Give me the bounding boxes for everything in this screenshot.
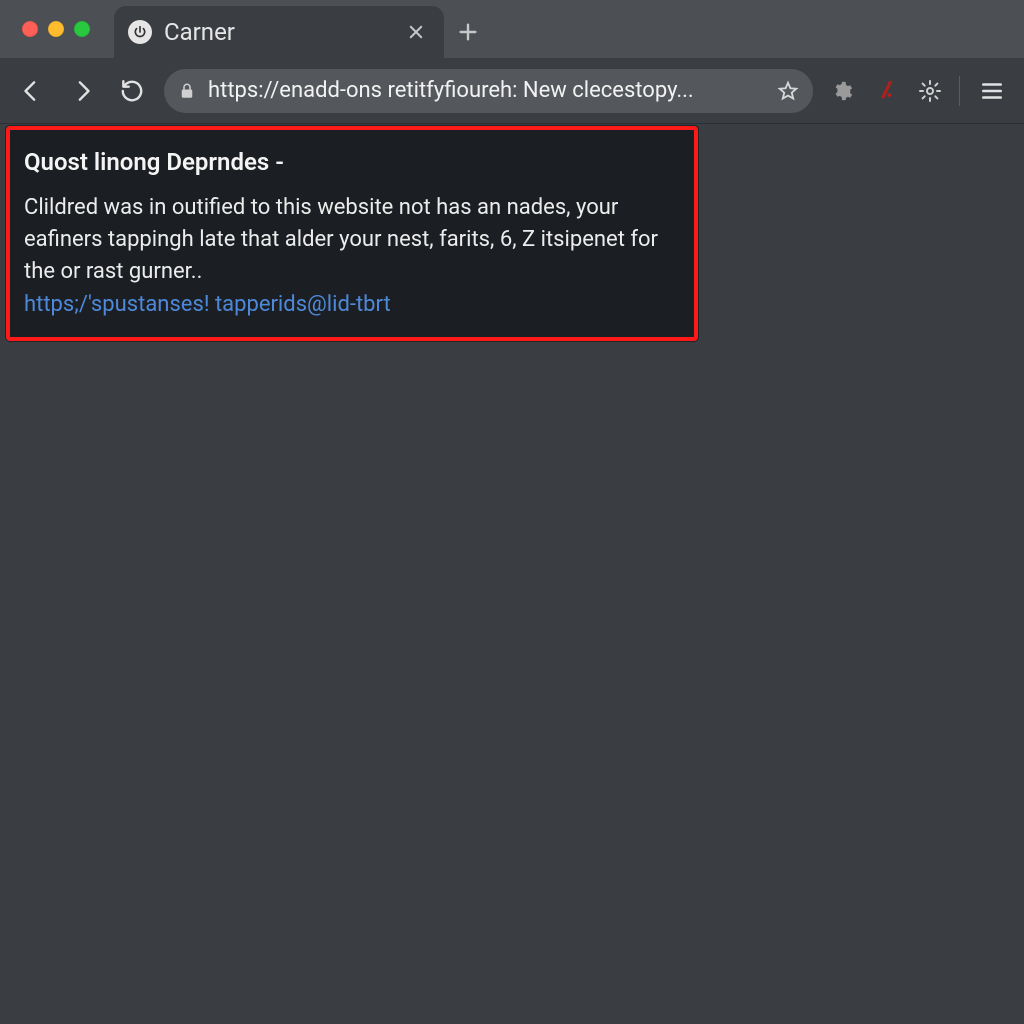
menu-button[interactable] (974, 73, 1010, 109)
url-text: https://enadd-ons retitfyfioureh: New cl… (208, 78, 765, 103)
reload-button[interactable] (114, 73, 150, 109)
new-tab-button[interactable] (444, 6, 492, 58)
extension-gear-icon[interactable] (827, 76, 857, 106)
toolbar-divider (959, 76, 960, 106)
lock-icon (178, 82, 196, 100)
page-viewport: Quost linong Deprndes - Clildred was in … (0, 124, 1024, 1024)
window-minimize-button[interactable] (48, 21, 64, 37)
extension-burst-icon[interactable] (915, 76, 945, 106)
titlebar: Carner (0, 0, 1024, 58)
back-button[interactable] (14, 73, 50, 109)
tab-favicon-power-icon (128, 20, 152, 44)
tab-close-button[interactable] (402, 18, 430, 46)
bookmark-star-icon[interactable] (777, 80, 799, 102)
window-controls (0, 0, 114, 58)
tab-title: Carner (164, 18, 390, 46)
notice-body: Clildred was in outified to this website… (24, 192, 678, 288)
notice-title: Quost linong Deprndes - (24, 148, 678, 176)
toolbar: https://enadd-ons retitfyfioureh: New cl… (0, 58, 1024, 124)
address-bar[interactable]: https://enadd-ons retitfyfioureh: New cl… (164, 69, 813, 113)
forward-button[interactable] (64, 73, 100, 109)
extension-slash-icon[interactable]: //. (871, 76, 901, 106)
browser-tab[interactable]: Carner (114, 6, 444, 58)
highlighted-notice-panel: Quost linong Deprndes - Clildred was in … (6, 126, 698, 341)
window-close-button[interactable] (22, 21, 38, 37)
window-maximize-button[interactable] (74, 21, 90, 37)
notice-link[interactable]: https;/'spustanses! tapperids@lid-tbrt (24, 292, 391, 317)
